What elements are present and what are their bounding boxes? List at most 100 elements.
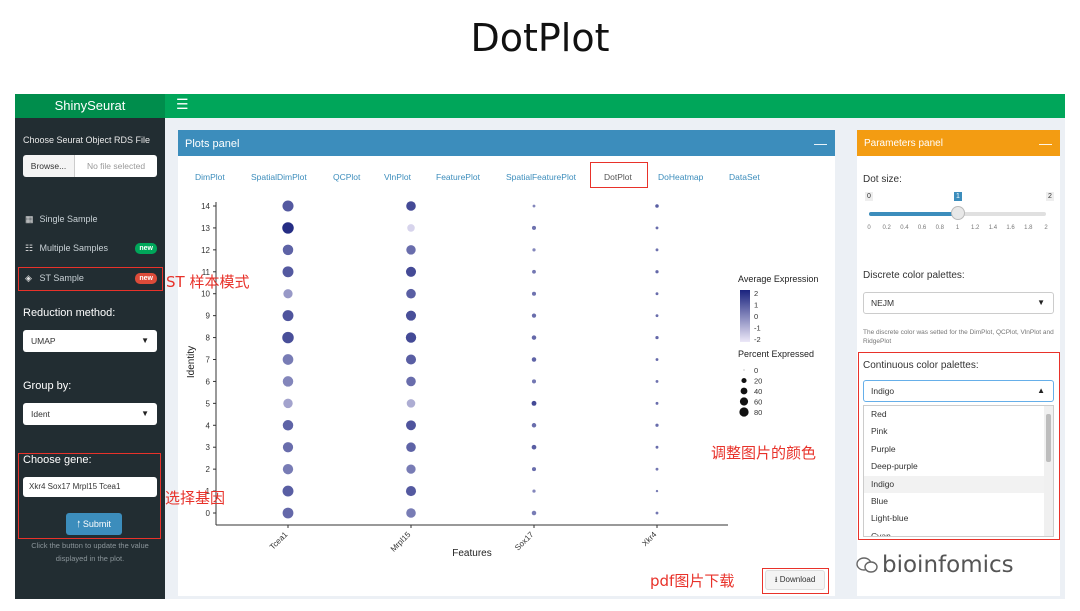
app-brand: ShinySeurat	[15, 94, 165, 118]
caret-down-icon: ▼	[141, 336, 149, 345]
dot-point	[282, 200, 294, 212]
dot-point	[531, 400, 537, 406]
dot-point	[531, 423, 537, 428]
tab-featureplot[interactable]: FeaturePlot	[436, 167, 480, 187]
dot-point	[532, 269, 536, 274]
y-axis-title: Identity	[186, 346, 197, 378]
dot-point	[531, 467, 537, 472]
discrete-palette-select[interactable]: NEJM ▼	[863, 292, 1054, 314]
highlight-dotplot-tab	[590, 162, 648, 188]
legend-size-tick: 80	[754, 408, 762, 417]
wechat-icon	[856, 557, 878, 573]
dot-point	[406, 508, 416, 518]
file-status: No file selected	[75, 155, 157, 177]
plots-panel: Plots panel — DimPlot SpatialDimPlot QCP…	[178, 130, 835, 596]
file-label: Choose Seurat Object RDS File	[23, 135, 151, 145]
dot-point	[406, 399, 416, 408]
slider-tick-label: 1.8	[1024, 225, 1033, 231]
slider-handle[interactable]	[950, 206, 965, 220]
dot-point	[655, 423, 659, 427]
legend-size-tick: 40	[754, 387, 762, 396]
legend-color-tick: -2	[754, 335, 761, 344]
legend-color-tick: 2	[754, 289, 758, 298]
dot-plot: 01234567891011121314Tcea1 Mrpl15 Sox17 Xkr4…	[186, 200, 818, 559]
y-tick-label: 2	[206, 465, 211, 474]
legend-size-tick: 20	[754, 377, 762, 386]
dot-point	[655, 204, 659, 208]
legend-size-dot	[740, 387, 748, 395]
sidebar-item-single-sample[interactable]: ▦ Single Sample	[21, 209, 161, 229]
y-tick-label: 9	[206, 312, 211, 321]
group-value: Ident	[31, 409, 50, 419]
y-tick-label: 7	[206, 356, 211, 365]
dot-point	[406, 201, 416, 211]
dot-point	[282, 420, 294, 431]
x-tick-label: Xkr4	[640, 530, 658, 548]
dot-point	[283, 398, 293, 409]
legend-color-bar	[740, 290, 750, 342]
group-label: Group by:	[23, 380, 72, 392]
annotation-st-mode: ST 样本模式	[166, 273, 250, 291]
annotation-adjust-color: 调整图片的颜色	[711, 444, 817, 462]
highlight-continuous-palette	[858, 352, 1060, 540]
sidebar-item-label: Single Sample	[39, 214, 98, 224]
dot-point	[282, 354, 294, 365]
dot-point	[531, 335, 537, 340]
dot-point	[282, 331, 294, 344]
dot-point	[531, 291, 537, 296]
sidebar-item-multiple-samples[interactable]: ☷ Multiple Samples new	[21, 238, 161, 258]
slider-tick-label: 0	[867, 225, 871, 231]
discrete-palette-label: Discrete color palettes:	[863, 270, 965, 281]
new-badge: new	[135, 243, 157, 254]
dot-point	[405, 486, 417, 497]
hamburger-icon[interactable]: ☰	[176, 96, 189, 113]
tab-dimplot[interactable]: DimPlot	[195, 167, 225, 187]
legend-color-tick: 0	[754, 312, 758, 321]
reduction-select[interactable]: UMAP ▼	[23, 330, 157, 352]
collapse-icon[interactable]: —	[1039, 132, 1052, 156]
dot-point	[406, 464, 416, 474]
y-tick-label: 4	[206, 421, 211, 430]
tab-qcplot[interactable]: QCPlot	[333, 167, 360, 187]
slider-tick-label: 1.6	[1006, 225, 1015, 231]
reduction-label: Reduction method:	[23, 307, 116, 319]
tab-dataset[interactable]: DataSet	[729, 167, 760, 187]
legend-color-tick: 1	[754, 301, 758, 310]
slider-ticks: 0 0.2 0.4 0.6 0.8 1 1.2 1.4 1.6 1.8 2	[867, 225, 1047, 235]
tab-spatialdimplot[interactable]: SpatialDimPlot	[251, 167, 307, 187]
collapse-icon[interactable]: —	[814, 132, 827, 156]
slider-value-label: 1	[954, 192, 962, 201]
dot-point	[531, 379, 537, 384]
tab-vlnplot[interactable]: VlnPlot	[384, 167, 411, 187]
dot-point	[655, 380, 659, 383]
grid-icon: ▦	[25, 214, 34, 224]
annotation-select-gene: 选择基因	[165, 489, 226, 507]
dot-point	[531, 357, 537, 362]
slider-fill	[869, 212, 958, 216]
dot-point	[282, 222, 294, 234]
slider-tick-label: 0.4	[900, 225, 909, 231]
tab-spatialfeatureplot[interactable]: SpatialFeaturePlot	[506, 167, 576, 187]
discrete-palette-help: The discrete color was setted for the Di…	[863, 329, 1054, 345]
dot-point	[405, 266, 417, 277]
slider-tick-label: 1.4	[988, 225, 998, 231]
slider-tick-label: 1.2	[971, 225, 980, 231]
tab-doheatmap[interactable]: DoHeatmap	[658, 167, 703, 187]
caret-down-icon: ▼	[141, 409, 149, 418]
file-input[interactable]: Browse... No file selected	[23, 155, 157, 177]
group-select[interactable]: Ident ▼	[23, 403, 157, 425]
dot-point	[282, 485, 294, 497]
dot-point	[282, 266, 294, 278]
dot-point	[655, 292, 659, 296]
browse-button[interactable]: Browse...	[23, 155, 75, 177]
y-tick-label: 5	[206, 399, 211, 408]
slider-tick-label: 0.6	[917, 225, 927, 231]
dot-point	[532, 248, 536, 252]
y-tick-label: 13	[201, 224, 210, 233]
reduction-value: UMAP	[31, 336, 56, 346]
dot-point	[655, 467, 659, 471]
dot-point	[406, 288, 416, 299]
x-tick-label: Mrpl15	[389, 530, 413, 554]
y-tick-label: 6	[206, 377, 211, 386]
legend-size-tick: 60	[754, 398, 762, 407]
